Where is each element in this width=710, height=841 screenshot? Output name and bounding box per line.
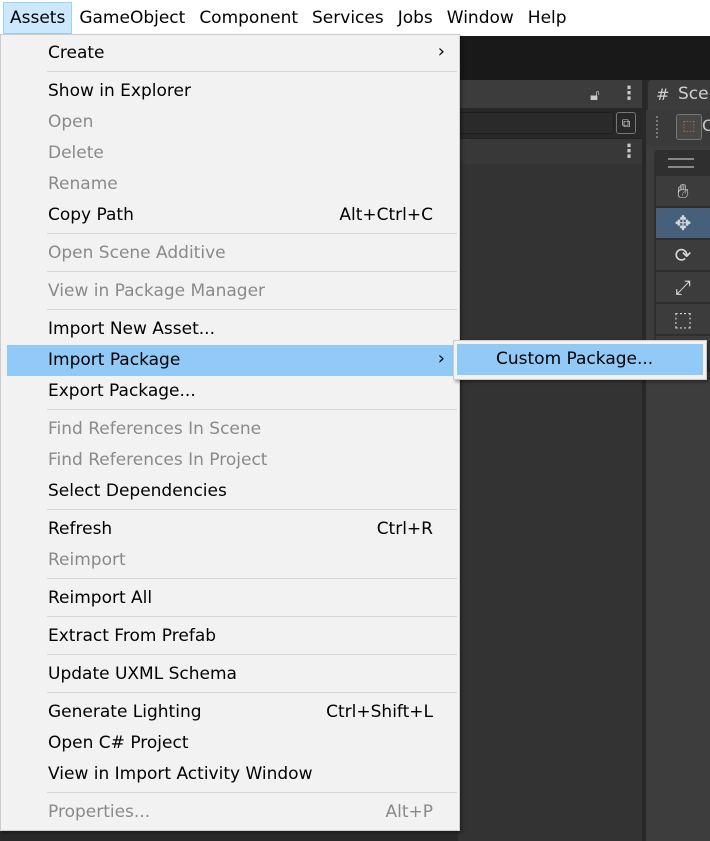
menu-window[interactable]: Window [440,2,521,34]
menu-assets[interactable]: Assets [3,2,73,34]
separator [47,271,457,272]
orientation-icon[interactable]: ⬚ [676,114,702,140]
lock-icon[interactable]: 🔓︎ [590,86,600,104]
separator [47,233,457,234]
search-filter-icon[interactable]: ⧉ [616,112,636,134]
menu-component[interactable]: Component [192,2,305,34]
menu-bar: Assets GameObject Component Services Job… [0,0,710,37]
menu-item-open: Open [48,112,94,132]
drag-handle-icon[interactable] [668,158,694,168]
hash-icon: # [656,85,670,104]
scene-toolbar: ⬚ C [646,110,710,146]
import-package-submenu: Custom Package... [453,340,707,380]
separator [47,616,457,617]
chevron-right-icon: › [437,348,445,369]
tool-strip: ✋︎ ✥ ⟳ ⤢ ⬚ [654,150,710,372]
menu-item-create[interactable]: Create › [7,38,457,69]
menu-item-select-dependencies[interactable]: Select Dependencies [7,476,457,507]
separator [47,578,457,579]
separator [47,71,457,72]
tab-scene[interactable]: # Sce [648,80,710,110]
menu-item-export-package[interactable]: Export Package... [7,376,457,407]
menu-gameobject[interactable]: GameObject [72,2,192,34]
menu-item-reimport-all[interactable]: Reimport All [7,583,457,614]
shortcut-text: Alt+P [385,802,433,822]
menu-item-import-package[interactable]: Import Package › [7,345,457,376]
scale-tool-icon[interactable]: ⤢ [656,272,710,302]
menu-item-view-in-import-activity-window[interactable]: View in Import Activity Window [7,759,457,790]
kebab-menu-icon[interactable]: ⋮ [620,141,638,162]
menu-item-extract-from-prefab[interactable]: Extract From Prefab [7,621,457,652]
menu-help[interactable]: Help [521,2,574,34]
separator [47,792,457,793]
menu-item-find-references-in-project: Find References In Project [48,450,268,470]
menu-item-delete: Delete [48,143,104,163]
rect-tool-icon[interactable]: ⬚ [656,304,710,334]
project-panel-body [458,164,642,841]
separator [47,309,457,310]
menu-item-custom-package[interactable]: Custom Package... [457,344,703,375]
assets-dropdown-menu: Create › Show in Explorer Open Delete Re… [0,34,460,831]
separator [47,654,457,655]
shortcut-text: Alt+Ctrl+C [339,205,433,225]
menu-item-import-new-asset[interactable]: Import New Asset... [7,314,457,345]
kebab-menu-icon[interactable]: ⋮ [620,83,638,104]
menu-item-open-csharp-project[interactable]: Open C# Project [7,728,457,759]
separator [47,409,457,410]
menu-item-copy-path[interactable]: Copy Path Alt+Ctrl+C [7,200,457,231]
menu-jobs[interactable]: Jobs [391,2,440,34]
menu-item-reimport: Reimport [48,550,126,570]
menu-item-open-scene-additive: Open Scene Additive [48,243,226,263]
menu-item-generate-lighting[interactable]: Generate Lighting Ctrl+Shift+L [7,697,457,728]
menu-item-properties: Properties... Alt+P [48,802,433,822]
move-tool-icon[interactable]: ✥ [656,208,710,238]
menu-item-show-in-explorer[interactable]: Show in Explorer [7,76,457,107]
shortcut-text: Ctrl+R [376,519,433,539]
chevron-right-icon: › [437,41,445,62]
shortcut-text: Ctrl+Shift+L [326,702,433,722]
project-toolbar [458,138,642,165]
menu-item-rename: Rename [48,174,118,194]
project-panel-header [458,80,642,108]
menu-item-update-uxml-schema[interactable]: Update UXML Schema [7,659,457,690]
menu-services[interactable]: Services [305,2,391,34]
menu-item-view-in-package-manager: View in Package Manager [48,281,266,301]
hand-tool-icon[interactable]: ✋︎ [656,176,710,206]
menu-item-find-references-in-scene: Find References In Scene [48,419,262,439]
project-search-input[interactable] [458,112,614,134]
menu-item-refresh[interactable]: Refresh Ctrl+R [7,514,457,545]
rotate-tool-icon[interactable]: ⟳ [656,240,710,270]
scene-toolbar-label: C [702,116,710,135]
scene-tab-label: Sce [678,84,709,104]
separator [47,692,457,693]
grip-icon [656,116,661,138]
separator [47,509,457,510]
